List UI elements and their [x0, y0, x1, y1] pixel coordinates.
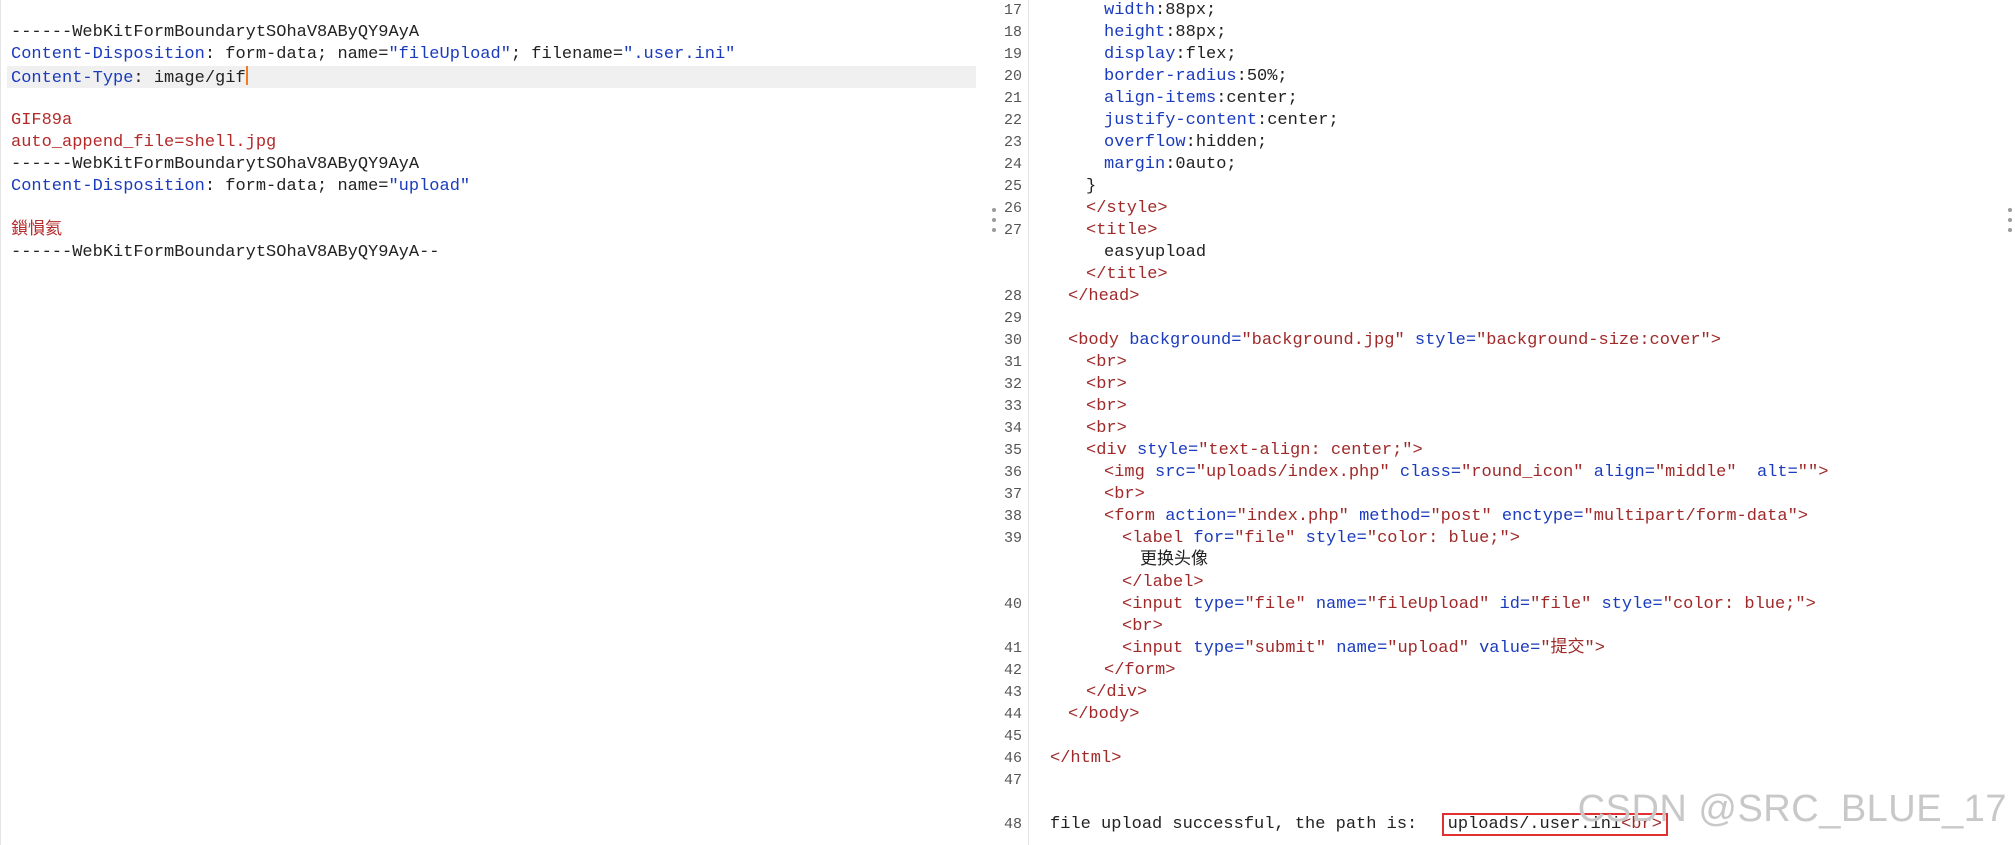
- line-number: 22: [1003, 112, 1022, 129]
- line-number: 19: [1003, 46, 1022, 63]
- line-number: 40: [1003, 596, 1022, 613]
- line-number: 42: [1003, 662, 1022, 679]
- line-number: 45: [1003, 728, 1022, 745]
- content-disposition-line[interactable]: Content-Disposition: form-data; name="up…: [11, 176, 976, 198]
- line-number: 43: [1003, 684, 1022, 701]
- line-number: 38: [1003, 508, 1022, 525]
- line-number: 44: [1003, 706, 1022, 723]
- line-number: 17: [1003, 2, 1022, 19]
- text-caret: [245, 66, 248, 85]
- code-line[interactable]: width:88px;: [1104, 0, 1216, 22]
- line-number: 31: [1003, 354, 1022, 371]
- code-line[interactable]: </title>: [1086, 264, 1168, 286]
- content-disposition-line[interactable]: Content-Disposition: form-data; name="fi…: [11, 44, 976, 66]
- line-number: 25: [1003, 178, 1022, 195]
- code-line[interactable]: <img src="uploads/index.php" class="roun…: [1104, 462, 1828, 484]
- line-number: 48: [1003, 816, 1022, 833]
- code-line[interactable]: height:88px;: [1104, 22, 1226, 44]
- line-number-gutter: 17 18 19 20 21 22 23 24 25 26 27 28 29 3…: [1000, 0, 1029, 845]
- gif-header-line[interactable]: GIF89a: [11, 110, 976, 132]
- upload-result-line[interactable]: file upload successful, the path is: upl…: [1050, 813, 1668, 836]
- code-line[interactable]: </html>: [1050, 748, 1121, 770]
- line-number: 36: [1003, 464, 1022, 481]
- line-number: 35: [1003, 442, 1022, 459]
- line-number: 30: [1003, 332, 1022, 349]
- code-line[interactable]: <label for="file" style="color: blue;">: [1122, 528, 1520, 550]
- line-number: 24: [1003, 156, 1022, 173]
- code-line[interactable]: <input type="submit" name="upload" value…: [1122, 638, 1605, 660]
- content-type-line[interactable]: Content-Type: image/gif: [7, 66, 976, 88]
- line-number: 37: [1003, 486, 1022, 503]
- code-line[interactable]: <br>: [1086, 418, 1127, 440]
- code-line[interactable]: <br>: [1086, 396, 1127, 418]
- pane-resize-handle[interactable]: [2007, 208, 2013, 232]
- line-number: 47: [1003, 772, 1022, 789]
- response-viewer[interactable]: 17 18 19 20 21 22 23 24 25 26 27 28 29 3…: [1000, 0, 2015, 845]
- code-line[interactable]: </body>: [1068, 704, 1139, 726]
- request-editor[interactable]: ------WebKitFormBoundarytSOhaV8AByQY9AyA…: [0, 0, 990, 845]
- code-line[interactable]: justify-content:center;: [1104, 110, 1339, 132]
- code-line[interactable]: display:flex;: [1104, 44, 1237, 66]
- code-line[interactable]: <br>: [1086, 374, 1127, 396]
- code-line[interactable]: overflow:hidden;: [1104, 132, 1267, 154]
- code-line[interactable]: easyupload: [1104, 242, 1206, 264]
- code-line[interactable]: <div style="text-align: center;">: [1086, 440, 1423, 462]
- line-number: 41: [1003, 640, 1022, 657]
- payload-line[interactable]: auto_append_file=shell.jpg: [11, 132, 976, 154]
- code-line[interactable]: </style>: [1086, 198, 1168, 220]
- code-line[interactable]: }: [1086, 176, 1096, 198]
- code-line[interactable]: margin:0auto;: [1104, 154, 1237, 176]
- line-number: 18: [1003, 24, 1022, 41]
- line-number: 27: [1003, 222, 1022, 239]
- boundary-line[interactable]: ------WebKitFormBoundarytSOhaV8AByQY9AyA: [11, 22, 976, 44]
- line-number: 23: [1003, 134, 1022, 151]
- code-line[interactable]: </head>: [1068, 286, 1139, 308]
- code-line[interactable]: </form>: [1104, 660, 1175, 682]
- code-line[interactable]: border-radius:50%;: [1104, 66, 1288, 88]
- line-number: 32: [1003, 376, 1022, 393]
- line-number: 20: [1003, 68, 1022, 85]
- code-line[interactable]: 更换头像: [1140, 550, 1208, 572]
- code-line[interactable]: <br>: [1104, 484, 1145, 506]
- line-number: 21: [1003, 90, 1022, 107]
- code-line[interactable]: <br>: [1122, 616, 1163, 638]
- line-number: 39: [1003, 530, 1022, 547]
- line-number: 34: [1003, 420, 1022, 437]
- line-number: 46: [1003, 750, 1022, 767]
- code-line[interactable]: <body background="background.jpg" style=…: [1068, 330, 1721, 352]
- watermark: CSDN @SRC_BLUE_17: [1577, 788, 2007, 830]
- code-line[interactable]: <title>: [1086, 220, 1157, 242]
- code-line[interactable]: <br>: [1086, 352, 1127, 374]
- line-number: 29: [1003, 310, 1022, 327]
- boundary-line[interactable]: ------WebKitFormBoundarytSOhaV8AByQY9AyA: [11, 154, 976, 176]
- code-line[interactable]: </label>: [1122, 572, 1204, 594]
- code-line[interactable]: <input type="file" name="fileUpload" id=…: [1122, 594, 1816, 616]
- garbled-value-line[interactable]: 鎻愪氦: [11, 220, 976, 242]
- code-line[interactable]: align-items:center;: [1104, 88, 1298, 110]
- code-line[interactable]: <form action="index.php" method="post" e…: [1104, 506, 1808, 528]
- line-number: 28: [1003, 288, 1022, 305]
- code-line[interactable]: </div>: [1086, 682, 1147, 704]
- boundary-end-line[interactable]: ------WebKitFormBoundarytSOhaV8AByQY9AyA…: [11, 242, 976, 264]
- line-number: 26: [1003, 200, 1022, 217]
- line-number: 33: [1003, 398, 1022, 415]
